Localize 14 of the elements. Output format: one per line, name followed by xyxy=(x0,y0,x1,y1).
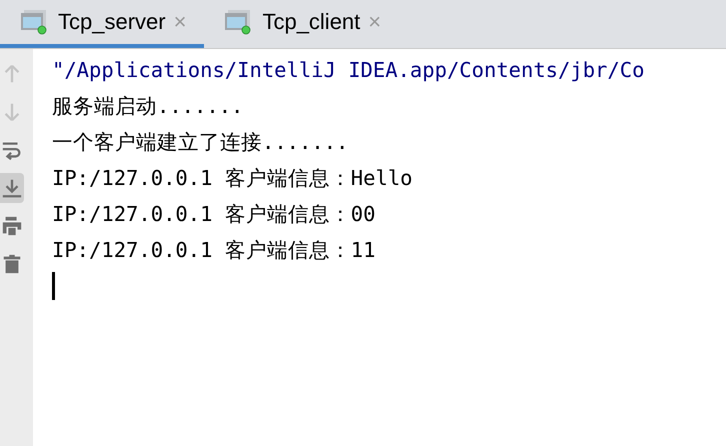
tab-label: Tcp_client xyxy=(262,9,360,35)
console-output-line: 服务端启动....... xyxy=(52,93,244,120)
console-output-line: 一个客户端建立了连接....... xyxy=(52,129,350,156)
console-output-line: IP:/127.0.0.1 客户端信息：00 xyxy=(52,201,376,228)
scroll-to-end-icon xyxy=(1,177,23,199)
toolbar-button[interactable] xyxy=(0,173,24,203)
console-output-line: IP:/127.0.0.1 客户端信息：Hello xyxy=(52,165,414,192)
command-line: "/Applications/IntelliJ IDEA.app/Contents/jbr/Co xyxy=(52,57,646,84)
console-output-line: IP:/127.0.0.1 客户端信息：11 xyxy=(52,237,376,264)
printer-icon xyxy=(1,215,23,237)
trash-icon xyxy=(1,253,23,275)
tab-label: Tcp_server xyxy=(58,9,166,35)
tab[interactable]: Tcp_client × xyxy=(204,0,400,48)
tab[interactable]: Tcp_server × xyxy=(0,0,204,48)
